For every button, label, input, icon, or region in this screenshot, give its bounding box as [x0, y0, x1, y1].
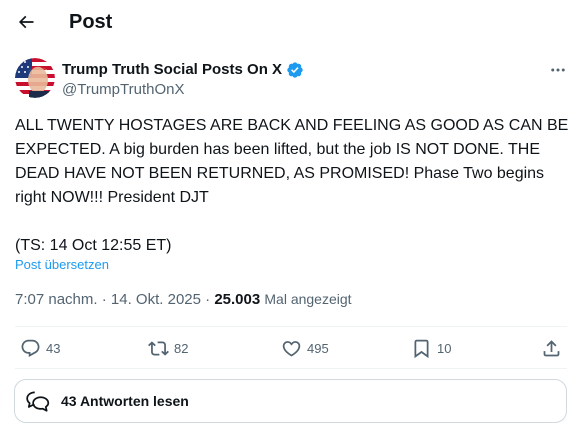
repost-button[interactable]: 82 — [148, 336, 188, 360]
divider — [15, 368, 567, 369]
like-button[interactable]: 495 — [281, 336, 329, 360]
author-name[interactable]: Trump Truth Social Posts On X — [62, 60, 304, 80]
page-title: Post — [69, 11, 113, 33]
top-bar: Post — [0, 0, 582, 44]
divider — [15, 326, 567, 327]
reply-count: 43 — [46, 340, 61, 356]
author-name-text: Trump Truth Social Posts On X — [62, 61, 283, 78]
more-dots-icon — [551, 68, 565, 72]
post-meta: 7:07 nachm. · 14. Okt. 2025 · 25.003 Mal… — [15, 289, 352, 310]
share-button[interactable] — [541, 336, 562, 360]
meta-separator: · — [101, 291, 107, 308]
post-time[interactable]: 7:07 nachm. — [15, 291, 98, 308]
bookmark-count: 10 — [437, 340, 452, 356]
more-options-button[interactable] — [544, 58, 572, 82]
heart-icon — [282, 340, 301, 357]
reply-button[interactable]: 43 — [20, 336, 60, 360]
views-count: 25.003 — [214, 291, 261, 308]
reply-icon — [21, 339, 40, 357]
avatar[interactable] — [15, 58, 55, 98]
action-bar: 43 82 495 10 — [0, 330, 582, 366]
read-replies-button[interactable]: 43 Antworten lesen — [14, 379, 567, 423]
arrow-left-icon — [18, 15, 34, 29]
bookmark-icon — [414, 339, 429, 358]
read-replies-label: 43 Antworten lesen — [61, 393, 189, 409]
translate-post-link[interactable]: Post übersetzen — [15, 257, 109, 273]
views-label: Mal angezeigt — [264, 291, 352, 307]
speech-bubbles-icon — [26, 391, 50, 412]
repost-icon — [148, 340, 169, 356]
avatar-image — [15, 58, 55, 98]
verified-badge-icon — [287, 62, 303, 78]
post-text: ALL TWENTY HOSTAGES ARE BACK AND FEELING… — [15, 117, 569, 254]
back-button[interactable] — [10, 6, 42, 38]
like-count: 495 — [307, 340, 329, 356]
post-date[interactable]: 14. Okt. 2025 — [111, 291, 201, 308]
meta-separator: · — [205, 291, 211, 308]
repost-count: 82 — [174, 340, 189, 356]
share-icon — [543, 339, 560, 356]
author-handle[interactable]: @TrumpTruthOnX — [62, 80, 184, 100]
bookmark-button[interactable]: 10 — [411, 336, 451, 360]
